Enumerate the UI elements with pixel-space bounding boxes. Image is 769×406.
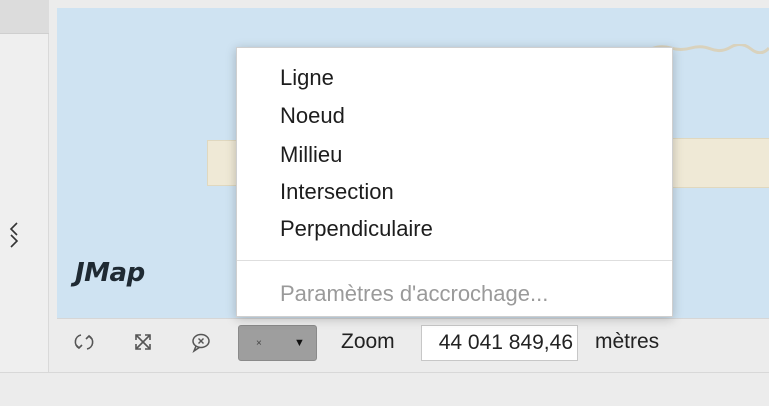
menu-item-ligne[interactable]: Ligne <box>280 65 334 91</box>
splitter[interactable] <box>49 0 57 372</box>
menu-item-intersection[interactable]: Intersection <box>280 179 394 205</box>
collapse-chevron-icon[interactable] <box>6 218 22 252</box>
unit-label: mètres <box>595 330 660 353</box>
status-bar <box>0 372 769 406</box>
rotate-icon[interactable] <box>71 329 97 355</box>
snap-selected-value: × <box>256 338 262 349</box>
zoom-field[interactable] <box>421 325 578 361</box>
jmap-logo: JMap <box>75 258 145 288</box>
menu-item-perpendiculaire[interactable]: Perpendiculaire <box>280 216 433 242</box>
left-panel <box>0 0 49 372</box>
snap-context-menu: Ligne Noeud Millieu Intersection Perpend… <box>236 47 673 317</box>
map-toolbar: × ▼ Zoom mètres <box>57 318 769 372</box>
land-parcel <box>669 138 769 188</box>
chevron-down-icon: ▼ <box>294 337 305 349</box>
snap-mode-dropdown[interactable]: × ▼ <box>238 325 317 361</box>
menu-item-millieu[interactable]: Millieu <box>280 142 342 168</box>
menu-item-noeud[interactable]: Noeud <box>280 103 345 129</box>
comment-icon[interactable] <box>188 329 214 355</box>
menu-separator <box>237 260 672 261</box>
left-panel-header <box>0 0 49 34</box>
menu-item-snap-settings[interactable]: Paramètres d'accrochage... <box>280 281 548 307</box>
zoom-label: Zoom <box>341 330 395 353</box>
fit-extent-icon[interactable] <box>130 329 156 355</box>
